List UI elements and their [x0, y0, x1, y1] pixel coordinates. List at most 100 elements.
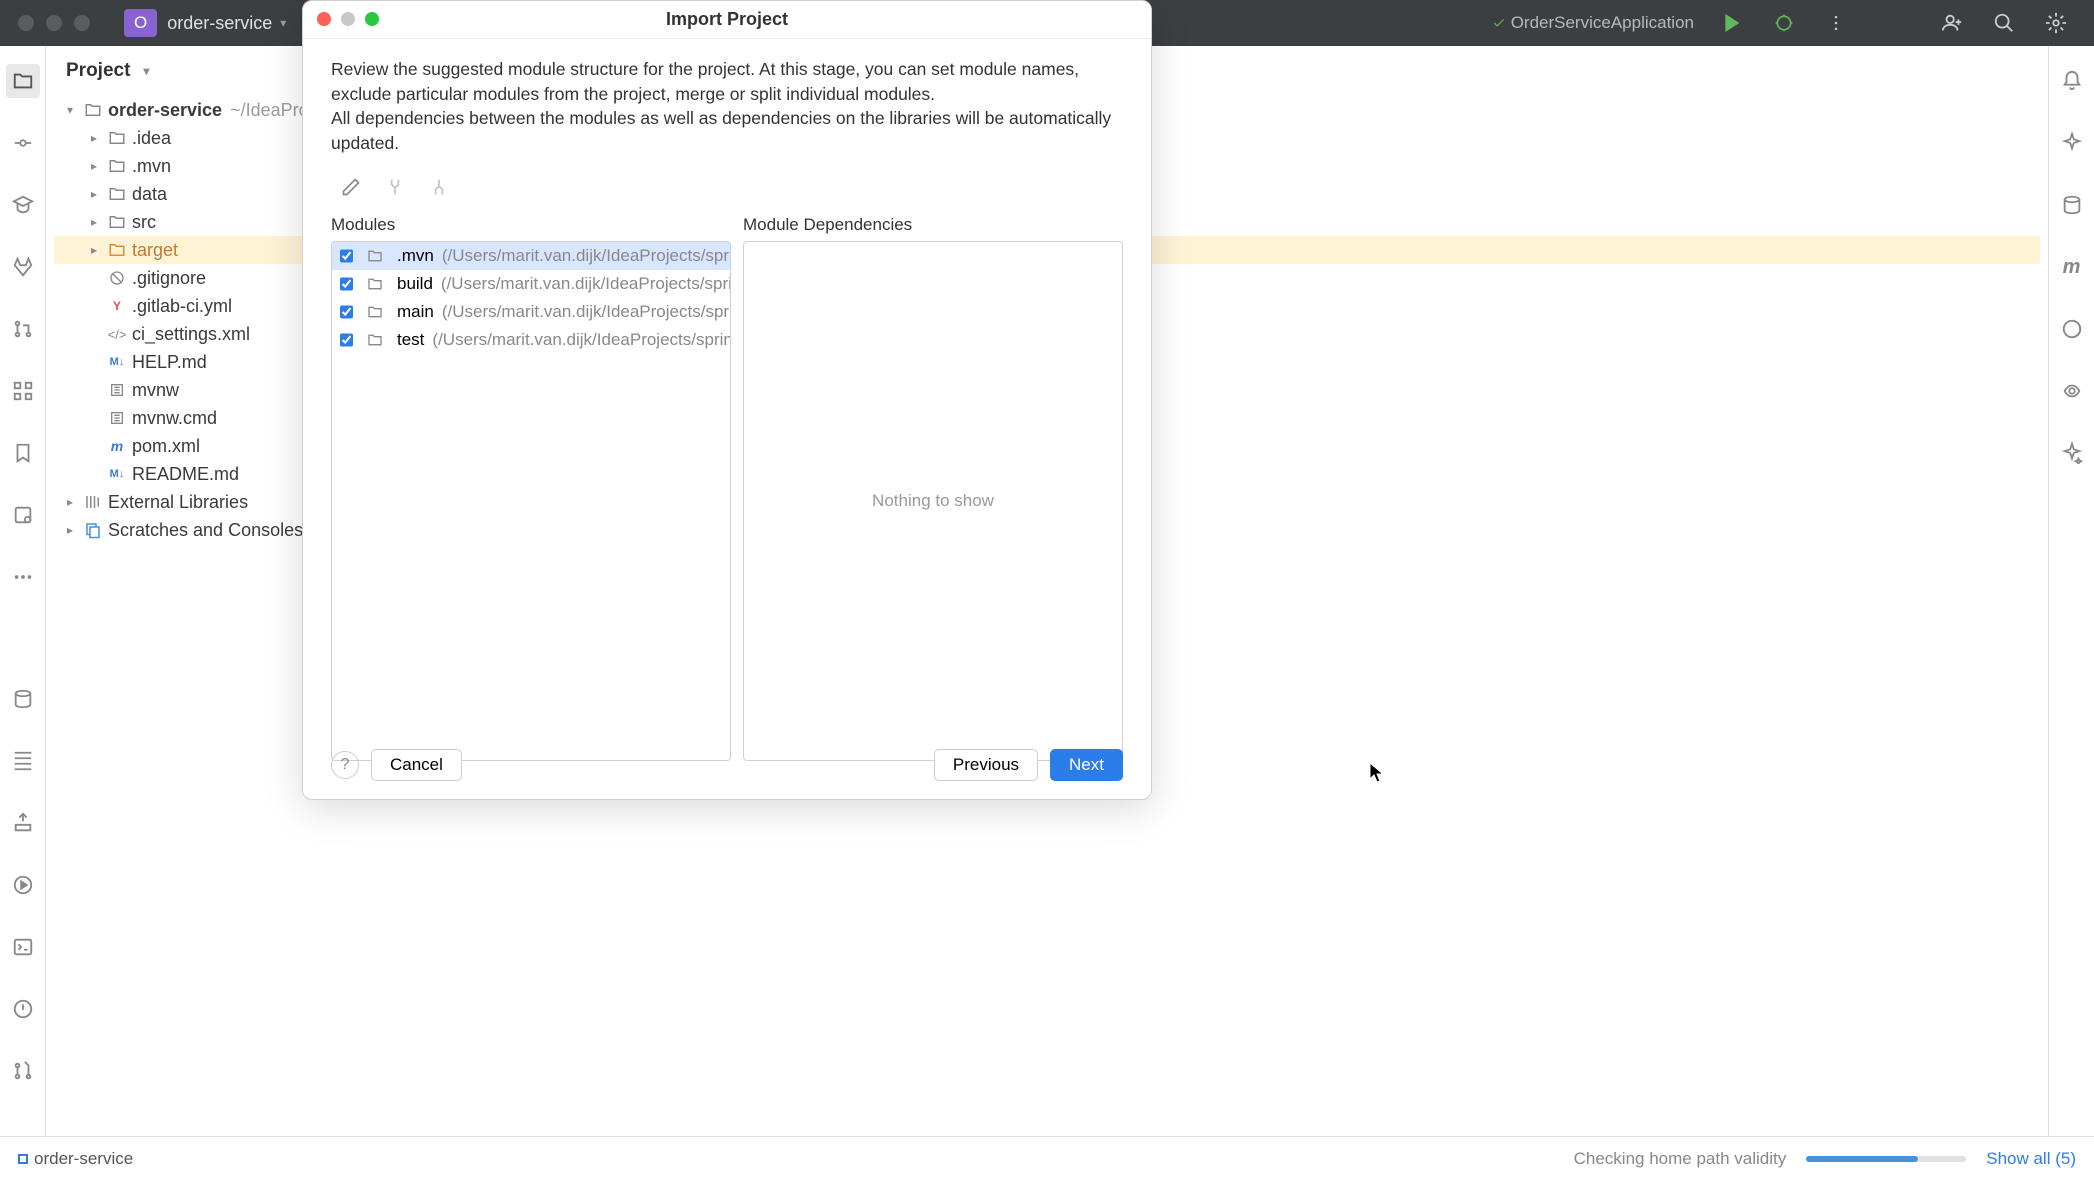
root-name: order-service — [108, 100, 222, 121]
folder-icon — [367, 331, 383, 349]
folder-icon — [108, 157, 126, 175]
next-button[interactable]: Next — [1050, 749, 1123, 781]
module-indicator[interactable]: order-service — [18, 1149, 133, 1169]
chevron-right-icon: ▸ — [86, 214, 102, 230]
module-row[interactable]: build (/Users/marit.van.dijk/IdeaProject… — [332, 270, 730, 298]
file-icon — [108, 269, 126, 287]
ai-assist-button[interactable] — [2055, 126, 2089, 160]
more-tool-button[interactable] — [6, 560, 40, 594]
gitlab-tool-button[interactable] — [6, 250, 40, 284]
help-button[interactable]: ? — [331, 751, 359, 779]
maven-right-button[interactable]: m — [2055, 250, 2089, 284]
status-bar: order-service Checking home path validit… — [0, 1136, 2094, 1180]
max-dot[interactable] — [74, 15, 90, 31]
debug-button[interactable] — [1770, 9, 1798, 37]
folder-icon — [108, 129, 126, 147]
close-dot[interactable] — [18, 15, 34, 31]
run-config-label[interactable]: OrderServiceApplication — [1492, 13, 1694, 33]
database-tool-button-2[interactable] — [6, 498, 40, 532]
dialog-close-dot[interactable] — [317, 12, 331, 26]
run-button[interactable] — [1718, 9, 1746, 37]
module-checkbox[interactable] — [340, 304, 353, 320]
dialog-description: Review the suggested module structure fo… — [331, 57, 1123, 155]
problems-tool-button[interactable] — [6, 992, 40, 1026]
show-all-link[interactable]: Show all (5) — [1986, 1149, 2076, 1169]
chevron-right-icon: ▸ — [86, 158, 102, 174]
status-task: Checking home path validity — [1574, 1149, 1787, 1169]
deps-panel: Nothing to show — [743, 241, 1123, 761]
rename-module-button[interactable] — [339, 175, 363, 199]
ai-actions-button[interactable] — [2055, 436, 2089, 470]
cancel-button[interactable]: Cancel — [371, 749, 462, 781]
folder-icon — [367, 303, 383, 321]
min-dot[interactable] — [46, 15, 62, 31]
previous-button[interactable]: Previous — [934, 749, 1038, 781]
folder-icon — [367, 275, 383, 293]
modules-label: Modules — [331, 209, 731, 241]
git-tool-button[interactable] — [6, 1054, 40, 1088]
module-row[interactable]: .mvn (/Users/marit.van.dijk/IdeaProjects… — [332, 242, 730, 270]
library-icon — [84, 493, 102, 511]
file-icon: Y — [108, 297, 126, 315]
folder-icon — [108, 213, 126, 231]
maven-icon: m — [108, 437, 126, 455]
dialog-max-dot[interactable] — [365, 12, 379, 26]
folder-icon — [367, 247, 383, 265]
search-icon[interactable] — [1990, 9, 2018, 37]
pull-requests-button[interactable] — [6, 312, 40, 346]
folder-icon — [84, 101, 102, 119]
database-right-button[interactable] — [2055, 188, 2089, 222]
project-name-label[interactable]: order-service — [167, 13, 272, 34]
structure-tool-button[interactable] — [6, 374, 40, 408]
progress-bar — [1806, 1156, 1966, 1162]
right-tool-strip: m — [2048, 46, 2094, 1136]
file-icon — [108, 409, 126, 427]
chevron-down-icon: ▾ — [280, 16, 286, 30]
chevron-right-icon: ▸ — [62, 494, 78, 510]
project-badge[interactable]: O — [124, 9, 157, 37]
code-with-me-icon[interactable] — [1938, 9, 1966, 37]
db-tool-bottom[interactable] — [6, 682, 40, 716]
module-row[interactable]: test (/Users/marit.van.dijk/IdeaProjects… — [332, 326, 730, 354]
dialog-window-controls — [317, 12, 379, 26]
terminal-tool-button[interactable] — [6, 930, 40, 964]
module-checkbox[interactable] — [340, 248, 353, 264]
chevron-right-icon: ▸ — [86, 130, 102, 146]
markdown-icon: M↓ — [108, 353, 126, 371]
gear-icon[interactable] — [2042, 9, 2070, 37]
file-icon — [108, 381, 126, 399]
chevron-down-icon: ▾ — [62, 102, 78, 118]
learn-tool-button[interactable] — [6, 188, 40, 222]
chevron-right-icon: ▸ — [86, 242, 102, 258]
left-tool-strip — [0, 46, 46, 1136]
run-tool-button[interactable] — [6, 868, 40, 902]
chevron-right-icon: ▸ — [62, 522, 78, 538]
scratch-icon — [84, 521, 102, 539]
file-icon: </> — [108, 325, 126, 343]
window-controls — [8, 15, 100, 31]
module-row[interactable]: main (/Users/marit.van.dijk/IdeaProjects… — [332, 298, 730, 326]
build-tool-button[interactable] — [6, 806, 40, 840]
chevron-right-icon: ▸ — [86, 186, 102, 202]
split-module-button[interactable] — [427, 175, 451, 199]
notifications-button[interactable] — [2055, 64, 2089, 98]
module-checkbox[interactable] — [340, 276, 353, 292]
chevron-down-icon[interactable]: ▾ — [138, 63, 154, 79]
project-tool-button[interactable] — [6, 64, 40, 98]
module-checkbox[interactable] — [340, 332, 353, 348]
import-project-dialog: Import Project Review the suggested modu… — [302, 0, 1152, 800]
markdown-icon: M↓ — [108, 465, 126, 483]
services-tool-button[interactable] — [6, 744, 40, 778]
project-tool-title: Project — [66, 60, 130, 82]
merge-module-button[interactable] — [383, 175, 407, 199]
deps-label: Module Dependencies — [743, 209, 1123, 241]
dialog-min-dot[interactable] — [341, 12, 355, 26]
bookmarks-tool-button[interactable] — [6, 436, 40, 470]
coverage-button[interactable] — [2055, 312, 2089, 346]
commit-tool-button[interactable] — [6, 126, 40, 160]
endpoints-button[interactable] — [2055, 374, 2089, 408]
folder-icon — [108, 185, 126, 203]
folder-icon — [108, 241, 126, 259]
modules-list: .mvn (/Users/marit.van.dijk/IdeaProjects… — [331, 241, 731, 761]
more-icon[interactable] — [1822, 9, 1850, 37]
